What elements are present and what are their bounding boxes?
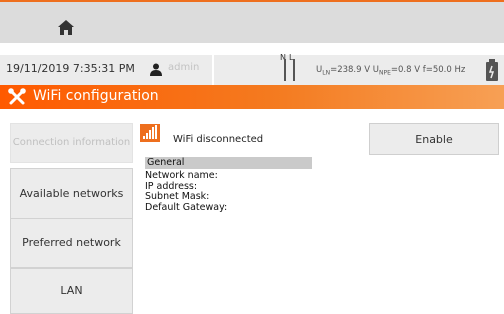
network-name-label: Network name: (145, 170, 218, 181)
status-bar: 19/11/2019 7:35:31 PM admin N L ULN=238.… (0, 53, 504, 85)
phase-line-n (284, 59, 286, 81)
voltage-readout: ULN=238.9 V UNPE=0.8 V f=50.0 Hz (316, 65, 466, 77)
title-bar: WiFi configuration (0, 85, 504, 109)
lan-button[interactable]: LAN (10, 268, 133, 314)
phase-line-l (293, 59, 295, 81)
network-info-list: Network name: IP address: Subnet Mask: D… (145, 170, 228, 213)
home-icon[interactable] (58, 20, 74, 35)
preferred-network-button[interactable]: Preferred network (10, 218, 133, 268)
wifi-status: WiFi disconnected (173, 134, 264, 145)
status-divider (212, 55, 214, 85)
top-bar (0, 0, 504, 43)
page-title: WiFi configuration (33, 88, 159, 104)
datetime: 19/11/2019 7:35:31 PM (6, 62, 135, 75)
general-section-header: General (145, 157, 312, 169)
enable-button[interactable]: Enable (369, 123, 499, 155)
connection-info-button[interactable]: Connection information (10, 123, 133, 163)
default-gateway-label: Default Gateway: (145, 201, 228, 213)
tools-icon (8, 88, 26, 105)
user-icon (150, 63, 162, 76)
user-name: admin (168, 62, 200, 73)
wifi-signal-icon (140, 124, 160, 142)
battery-icon (486, 59, 498, 81)
available-networks-button[interactable]: Available networks (10, 168, 133, 220)
subnet-mask-label: Subnet Mask: (145, 191, 210, 202)
